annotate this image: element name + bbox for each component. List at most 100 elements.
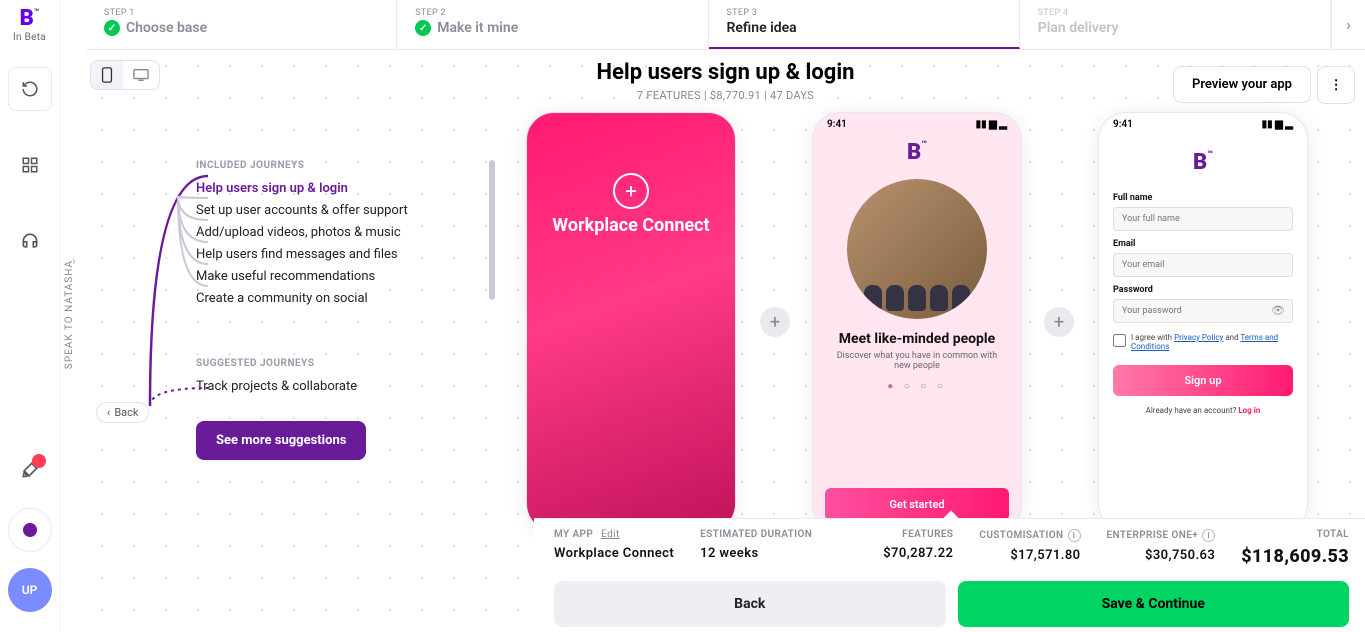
add-screen-button[interactable]: +	[760, 307, 790, 337]
customisation-col: CUSTOMISATIONi $17,571.80	[979, 529, 1080, 567]
email-input[interactable]	[1113, 253, 1293, 277]
step-num: STEP 4	[1038, 8, 1312, 18]
journey-item[interactable]: Create a community on social	[196, 291, 480, 306]
scrollbar[interactable]	[489, 160, 495, 300]
step-label: Make it mine	[437, 20, 518, 36]
desktop-toggle[interactable]	[123, 61, 159, 89]
edit-app-link[interactable]: Edit	[601, 529, 620, 540]
full-name-input[interactable]	[1113, 207, 1293, 231]
signup-button[interactable]: Sign up	[1113, 365, 1293, 396]
journey-item[interactable]: Set up user accounts & offer support	[196, 203, 480, 218]
agree-checkbox-row[interactable]: I agree with Privacy Policy and Terms an…	[1113, 333, 1293, 351]
login-line: Already have an account? Log in	[1099, 406, 1307, 415]
duration-col: ESTIMATED DURATION 12 weeks	[700, 529, 812, 567]
brand-logo: B™ In Beta	[13, 8, 46, 43]
total-cost: $118,609.53	[1241, 546, 1349, 567]
undo-icon	[21, 80, 39, 98]
step-num: STEP 2	[415, 8, 689, 18]
features-col: FEATURES $70,287.22	[883, 529, 953, 567]
info-icon[interactable]: i	[1202, 529, 1215, 542]
journey-item[interactable]: Add/upload videos, photos & music	[196, 225, 480, 240]
preview-app-button[interactable]: Preview your app	[1173, 66, 1311, 103]
suggested-journey-item[interactable]: Track projects & collaborate	[196, 379, 480, 394]
info-icon[interactable]: i	[1068, 529, 1081, 542]
duration-value: 12 weeks	[700, 546, 812, 561]
password-input[interactable]	[1113, 299, 1293, 323]
full-name-label: Full name	[1113, 193, 1293, 203]
email-label: Email	[1113, 239, 1293, 249]
status-bar: 9:41 ▮▮ ▆ ▂	[1099, 113, 1307, 136]
splash-title: Workplace Connect	[552, 215, 709, 236]
included-journeys-heading: INCLUDED JOURNEYS	[196, 160, 480, 171]
canvas: Help users sign up & login 7 FEATURES | …	[86, 50, 1365, 632]
grid-icon	[21, 156, 39, 174]
step-make-it-mine[interactable]: STEP 2 ✓ Make it mine	[397, 0, 708, 49]
undo-button[interactable]	[8, 67, 52, 111]
save-continue-button[interactable]: Save & Continue	[958, 581, 1350, 627]
chevron-left-icon: ‹	[107, 406, 110, 419]
phones-row: + Workplace Connect + 9:41 ▮▮ ▆ ▂ B™ Mee…	[526, 112, 1308, 532]
mobile-icon	[101, 67, 113, 83]
notification-badge	[32, 454, 46, 468]
eye-off-icon[interactable]: 👁	[1271, 304, 1285, 317]
mobile-toggle[interactable]	[91, 61, 123, 89]
signal-icons: ▮▮ ▆ ▂	[1262, 119, 1293, 130]
get-started-button[interactable]: Get started	[825, 488, 1009, 521]
total-col: TOTAL $118,609.53	[1241, 529, 1349, 567]
brand-logo-icon: B™	[1099, 150, 1307, 175]
suggested-journeys-heading: SUGGESTED JOURNEYS	[196, 358, 480, 369]
see-more-suggestions-button[interactable]: See more suggestions	[196, 421, 366, 460]
speak-to-natasha-label: SPEAK TO NATASHA	[64, 260, 75, 369]
step-refine-idea[interactable]: STEP 3 Refine idea	[709, 0, 1020, 49]
launch-button[interactable]	[20, 460, 40, 484]
headset-icon	[20, 231, 40, 251]
journey-item[interactable]: Make useful recommendations	[196, 269, 480, 284]
back-button[interactable]: Back	[554, 581, 946, 627]
myapp-col: MY APPEdit Workplace Connect	[554, 529, 674, 567]
signal-icons: ▮▮ ▆ ▂	[976, 119, 1007, 130]
back-pill[interactable]: ‹Back	[96, 402, 149, 423]
step-label: Choose base	[126, 20, 207, 36]
user-avatar[interactable]: UP	[8, 568, 52, 612]
step-choose-base[interactable]: STEP 1 ✓ Choose base	[86, 0, 397, 49]
step-num: STEP 3	[727, 8, 1001, 18]
enterprise-cost: $30,750.63	[1107, 548, 1216, 563]
more-menu-button[interactable]: ⋮	[1317, 66, 1355, 104]
brand-logo-icon: B™	[813, 140, 1021, 165]
onboarding-desc: Discover what you have in common with ne…	[833, 351, 1001, 371]
journey-item[interactable]: Help users sign up & login	[196, 181, 480, 196]
step-label: Plan delivery	[1038, 20, 1119, 36]
features-cost: $70,287.22	[883, 546, 953, 561]
login-link[interactable]: Log in	[1238, 406, 1260, 415]
password-label: Password	[1113, 285, 1293, 295]
left-rail: B™ In Beta UP	[0, 0, 60, 632]
check-icon: ✓	[415, 20, 431, 36]
desktop-icon	[133, 68, 149, 82]
journeys-panel: ‹Back INCLUDED JOURNEYS Help users sign …	[100, 160, 480, 460]
support-button[interactable]	[8, 219, 52, 263]
check-icon: ✓	[104, 20, 120, 36]
record-icon	[23, 523, 37, 537]
header-block: Help users sign up & login 7 FEATURES | …	[597, 60, 855, 102]
dashboard-button[interactable]	[8, 143, 52, 187]
step-plan-delivery[interactable]: STEP 4 Plan delivery	[1020, 0, 1331, 49]
phone-mock-signup: 9:41 ▮▮ ▆ ▂ B™ Full name Email Password …	[1098, 112, 1308, 532]
step-label: Refine idea	[727, 20, 797, 36]
record-button[interactable]	[8, 508, 52, 552]
phone-mock-onboarding: 9:41 ▮▮ ▆ ▂ B™ Meet like-minded people D…	[812, 112, 1022, 532]
app-name: Workplace Connect	[554, 546, 674, 561]
customisation-cost: $17,571.80	[979, 548, 1080, 563]
page-title: Help users sign up & login	[597, 60, 855, 85]
agree-text: I agree with Privacy Policy and Terms an…	[1131, 333, 1293, 351]
status-bar: 9:41 ▮▮ ▆ ▂	[813, 113, 1021, 136]
onboarding-image	[847, 179, 987, 319]
journey-item[interactable]: Help users find messages and files	[196, 247, 480, 262]
bottom-bar: MY APPEdit Workplace Connect ESTIMATED D…	[534, 518, 1365, 632]
add-screen-button[interactable]: +	[1044, 307, 1074, 337]
step-num: STEP 1	[104, 8, 378, 18]
steps-next-arrow[interactable]: ›	[1331, 0, 1365, 49]
steps-bar: STEP 1 ✓ Choose base STEP 2 ✓ Make it mine…	[86, 0, 1365, 50]
onboarding-heading: Meet like-minded people	[813, 331, 1021, 347]
agree-checkbox[interactable]	[1113, 334, 1126, 347]
privacy-link[interactable]: Privacy Policy	[1174, 333, 1223, 342]
